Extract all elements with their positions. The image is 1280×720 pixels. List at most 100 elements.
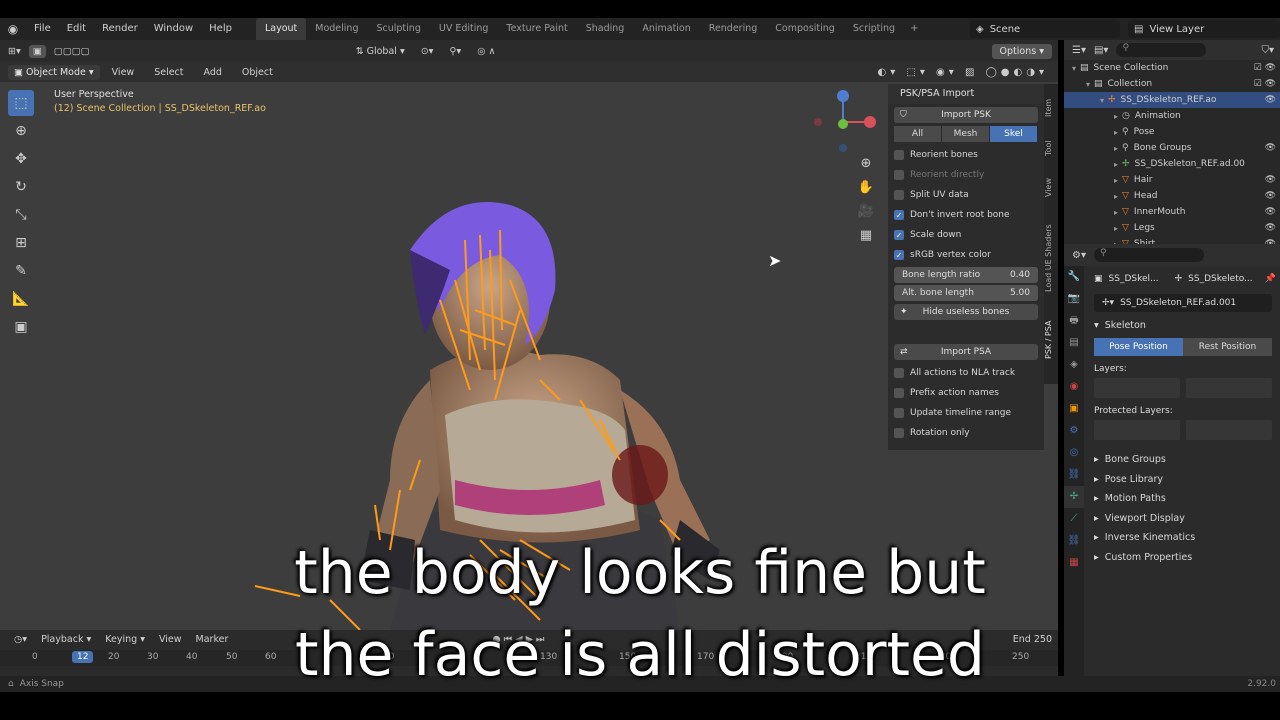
grid-perspective-icon[interactable]: ▦ [856,228,876,252]
visibility-eye-icon[interactable]: 👁 [1265,223,1276,233]
bone-length-ratio-field[interactable]: Bone length ratio 0.40 [894,267,1038,283]
constraints-tab-icon[interactable]: ⛓ [1064,464,1084,486]
option-checkbox-row[interactable]: Reorient directly [894,165,1038,185]
pan-hand-icon[interactable]: ✋ [856,180,876,204]
menu-help[interactable]: Help [201,18,240,40]
menu-object[interactable]: Object [234,67,281,78]
neg-x-axis-icon[interactable] [814,118,822,126]
filter-skel[interactable]: Skel [990,126,1037,142]
tab-uv-editing[interactable]: UV Editing [430,18,498,40]
menu-window[interactable]: Window [146,18,201,40]
filter-all[interactable]: All [894,126,941,142]
world-tab-icon[interactable]: ◉ [1064,376,1084,398]
scene-tab-icon[interactable]: ◈ [1064,354,1084,376]
visibility-eye-icon[interactable]: 👁 [1265,175,1276,185]
menu-add[interactable]: Add [196,67,230,78]
expand-arrow-icon[interactable]: ▾ [1068,64,1080,73]
editor-type-icon[interactable]: ⊞▾ [0,46,29,57]
shading-mode-icons[interactable]: ◐▾ ⬚▾ ◉▾ ▨ ◯●◐◑▾ [877,67,1048,78]
outliner-row[interactable]: ▸ ▽ InnerMouth 👁 [1064,204,1280,220]
menu-file[interactable]: File [26,18,59,40]
alt-bone-length-field[interactable]: Alt. bone length 5.00 [894,285,1038,301]
outliner-row[interactable]: ▸ ⚲ Bone Groups 👁 [1064,140,1280,156]
annotate-tool-icon[interactable]: ✎ [8,258,34,284]
physics-tab-icon[interactable]: ◎ [1064,442,1084,464]
view-layer-selector[interactable]: ▤ View Layer [1128,20,1280,38]
select-mode-icons[interactable]: ▢▢▢▢ [46,46,98,57]
rotate-tool-icon[interactable]: ↻ [8,174,34,200]
outliner-row[interactable]: ▸ ▽ Head 👁 [1064,188,1280,204]
expand-arrow-icon[interactable]: ▸ [1110,128,1122,137]
select-box-icon[interactable]: ▣ [28,44,46,58]
outliner-row[interactable]: ▸ ▽ Legs 👁 [1064,220,1280,236]
neg-z-axis-icon[interactable] [839,144,847,152]
skeleton-section-header[interactable]: ▾ Skeleton [1086,314,1280,336]
transform-orientation[interactable]: ⇅ Global ▾ [348,46,413,57]
output-tab-icon[interactable]: 🖶 [1064,310,1084,332]
expand-arrow-icon[interactable]: ▸ [1110,160,1122,169]
armature-data-tab-icon[interactable]: ✢ [1064,486,1084,508]
expand-arrow-icon[interactable]: ▸ [1110,208,1122,217]
tab-layout[interactable]: Layout [255,18,307,40]
snap-icon[interactable]: ⚲▾ [441,46,469,57]
option-checkbox-row[interactable]: Reorient bones [894,145,1038,165]
sidebar-tab-load-ue-shaders[interactable]: Load UE Shaders [1044,208,1058,308]
visibility-eye-icon[interactable]: 👁 [1265,143,1276,153]
properties-subsection[interactable]: ▸ Pose Library [1086,470,1280,490]
visibility-eye-icon[interactable]: 👁 [1265,207,1276,217]
checkbox-icon[interactable] [894,408,904,418]
pivot-icon[interactable]: ⊙▾ [413,46,442,57]
visibility-eye-icon[interactable]: ☑ 👁 [1254,79,1276,89]
menu-view[interactable]: View [104,67,143,78]
layer-buttons-left[interactable] [1094,378,1180,398]
checkbox-icon[interactable] [894,190,904,200]
tab-shading[interactable]: Shading [577,18,634,40]
layer-buttons-right[interactable] [1186,378,1272,398]
armature-data-name-field[interactable]: ✢▾ SS_DSkeleton_REF.ad.001 [1094,294,1272,312]
protected-layer-buttons-left[interactable] [1094,420,1180,440]
display-mode-icon[interactable]: ▤▾ [1094,45,1108,56]
expand-arrow-icon[interactable]: ▸ [1110,176,1122,185]
tool-tab-icon[interactable]: 🔧 [1064,266,1084,288]
properties-subsection[interactable]: ▸ Viewport Display [1086,509,1280,529]
modifier-tab-icon[interactable]: ⚙ [1064,420,1084,442]
checkbox-icon[interactable] [894,428,904,438]
checkbox-checked-icon[interactable]: ✓ [894,230,904,240]
expand-arrow-icon[interactable]: ▾ [1082,80,1094,89]
checkbox-icon[interactable] [894,368,904,378]
scene-selector[interactable]: ◈ Scene [970,20,1120,38]
checkbox-icon[interactable] [894,170,904,180]
properties-subsection[interactable]: ▸ Bone Groups [1086,450,1280,470]
properties-subsection[interactable]: ▸ Motion Paths [1086,489,1280,509]
measure-tool-icon[interactable]: 📐 [8,286,34,312]
render-tab-icon[interactable]: 📷 [1064,288,1084,310]
outliner-row[interactable]: ▸ ◷ Animation [1064,108,1280,124]
protected-layer-buttons-right[interactable] [1186,420,1272,440]
properties-search-input[interactable]: ⚲ [1093,248,1204,262]
hide-useless-bones-button[interactable]: ✦ Hide useless bones [894,304,1038,320]
filter-mesh[interactable]: Mesh [942,126,989,142]
outliner-row[interactable]: ▸ ▽ Shirt 👁 [1064,236,1280,244]
tab-animation[interactable]: Animation [633,18,699,40]
import-psk-button[interactable]: ⛉ Import PSK [894,107,1038,123]
tab-sculpting[interactable]: Sculpting [367,18,429,40]
pose-position-button[interactable]: Pose Position [1094,338,1183,356]
checkbox-icon[interactable] [894,388,904,398]
sidebar-tab-item[interactable]: Item [1044,88,1058,128]
sidebar-tab-view[interactable]: View [1044,168,1058,208]
add-cube-tool-icon[interactable]: ▣ [8,314,34,340]
visibility-eye-icon[interactable]: ☑ 👁 [1254,63,1276,73]
options-button[interactable]: Options ▾ [991,43,1052,59]
expand-arrow-icon[interactable]: ▾ [1096,96,1108,105]
z-axis-icon[interactable] [837,90,849,102]
tab-rendering[interactable]: Rendering [700,18,767,40]
x-axis-icon[interactable] [864,116,876,128]
tab-texture-paint[interactable]: Texture Paint [497,18,576,40]
tab-scripting[interactable]: Scripting [844,18,904,40]
navigation-gizmo[interactable] [810,88,880,158]
checkbox-checked-icon[interactable]: ✓ [894,250,904,260]
zoom-icon[interactable]: ⊕ [856,156,876,180]
expand-arrow-icon[interactable]: ▸ [1110,144,1122,153]
expand-arrow-icon[interactable]: ▸ [1110,112,1122,121]
visibility-eye-icon[interactable]: 👁 [1265,95,1276,105]
